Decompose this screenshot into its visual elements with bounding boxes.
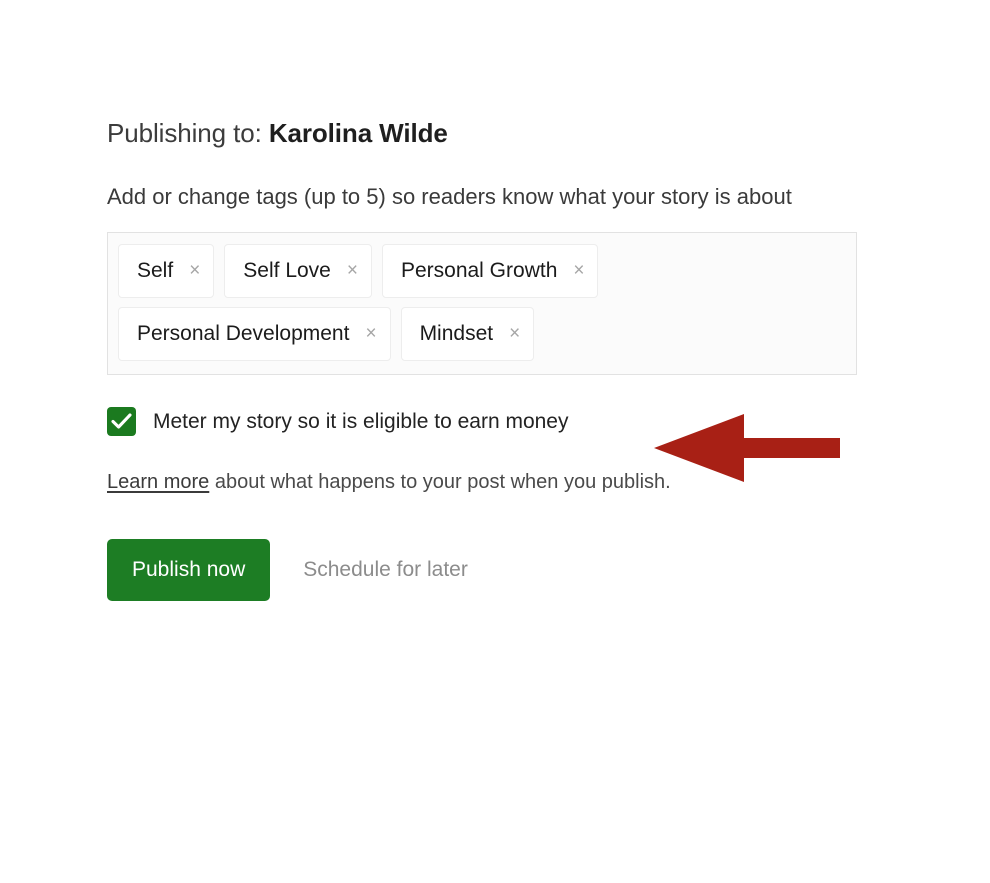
tag-label: Self Love [243,259,331,283]
publish-settings-panel: Publishing to: Karolina Wilde Add or cha… [107,118,867,601]
tag-label: Self [137,259,174,283]
tag-remove-icon[interactable]: × [573,261,584,280]
tag-label: Personal Development [137,322,350,346]
tag-chip[interactable]: Personal Development × [118,306,391,361]
tag-label: Personal Growth [400,259,558,283]
checkmark-icon [111,413,132,429]
page-title: Publishing to: Karolina Wilde [107,118,867,149]
tags-input-container[interactable]: Self × Self Love × Personal Growth × Per… [107,231,857,375]
tag-remove-icon[interactable]: × [509,324,520,343]
learn-more-rest: about what happens to your post when you… [209,470,671,493]
publishing-to-prefix: Publishing to: [107,118,269,148]
tag-label: Mindset [419,322,494,346]
publish-now-button[interactable]: Publish now [107,538,271,601]
schedule-for-later-button[interactable]: Schedule for later [303,559,468,580]
learn-more-link[interactable]: Learn more [107,471,209,493]
learn-more-line: Learn more about what happens to your po… [107,469,867,495]
tag-remove-icon[interactable]: × [189,261,200,280]
tags-description: Add or change tags (up to 5) so readers … [107,184,792,210]
tag-chip[interactable]: Self × [118,243,215,298]
meter-story-checkbox[interactable] [107,407,136,437]
meter-story-row[interactable]: Meter my story so it is eligible to earn… [107,406,867,438]
meter-story-label: Meter my story so it is eligible to earn… [153,410,569,434]
tag-remove-icon[interactable]: × [347,261,358,280]
tag-chip[interactable]: Self Love × [224,243,372,298]
publication-name: Karolina Wilde [268,118,448,148]
tag-remove-icon[interactable]: × [365,324,376,343]
tag-chip[interactable]: Personal Growth × [381,243,599,298]
tag-chip[interactable]: Mindset × [400,306,535,361]
actions-row: Publish now Schedule for later [107,538,867,601]
